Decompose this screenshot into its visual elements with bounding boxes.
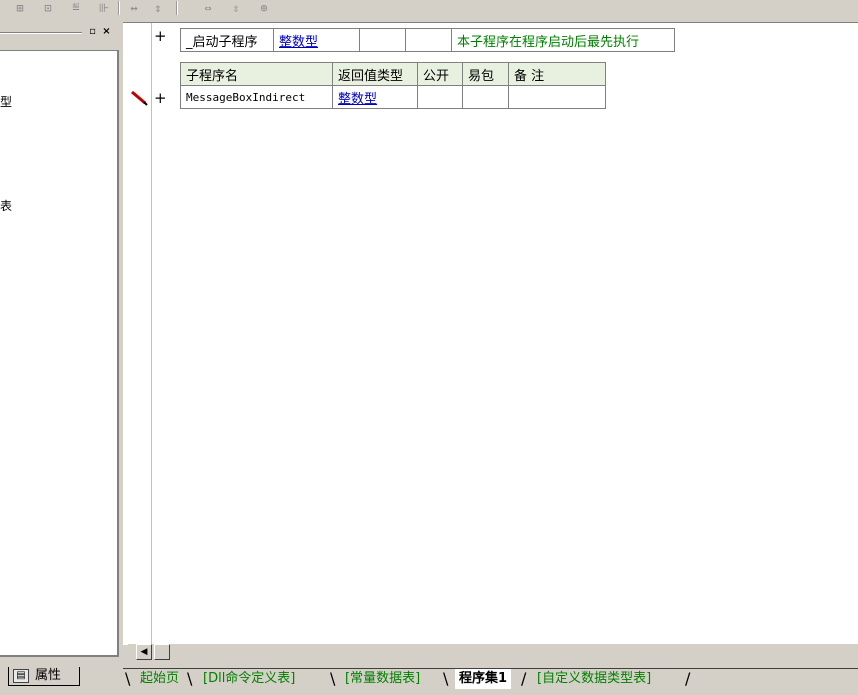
easy-cell[interactable]: [462, 85, 509, 109]
header-public: 公开: [417, 62, 463, 86]
tab-separator: \: [330, 669, 336, 688]
split-icon[interactable]: ⊪: [96, 1, 112, 15]
table-header-row: 子程序名 返回值类型 公开 易包 备 注: [180, 62, 606, 86]
editor-gutter: [123, 23, 152, 645]
expand-icon[interactable]: +: [154, 27, 167, 45]
properties-icon: ▤: [13, 669, 29, 683]
toolbar-separator: [118, 1, 120, 15]
pencil-icon: [131, 90, 148, 106]
tab-dll-commands[interactable]: [Dll命令定义表]: [199, 669, 299, 689]
return-type-cell[interactable]: 整数型: [273, 28, 360, 52]
startup-sub-table: _启动子程序 整数型 本子程序在程序启动后最先执行: [180, 28, 675, 52]
sub-name-cell[interactable]: _启动子程序: [180, 28, 274, 52]
comment-cell[interactable]: 本子程序在程序启动后最先执行: [451, 28, 675, 52]
public-cell[interactable]: [417, 85, 463, 109]
restore-icon[interactable]: ▫: [87, 26, 98, 37]
format-toolbar: ⊞ ⊡ ≝ ⊪ ↔ ⇕ ⇔ ⇳ ⊕: [0, 0, 858, 17]
properties-tab[interactable]: ▤ 属性: [8, 667, 80, 686]
merge-cells-icon[interactable]: ⊞: [12, 1, 28, 15]
header-comment: 备 注: [508, 62, 606, 86]
panel-title-bar: [0, 32, 82, 34]
tab-constants[interactable]: [常量数据表]: [341, 669, 424, 689]
tab-start-page[interactable]: 起始页: [136, 669, 183, 689]
horizontal-scrollbar[interactable]: ◀: [128, 644, 858, 662]
scroll-thumb[interactable]: [154, 644, 170, 660]
center-icon[interactable]: ⊡: [40, 1, 56, 15]
project-tree[interactable]: 型 表: [0, 50, 119, 657]
header-return-type: 返回值类型: [332, 62, 418, 86]
height-icon[interactable]: ⇕: [150, 1, 166, 15]
tab-separator: \: [187, 669, 193, 688]
comment-cell[interactable]: [508, 85, 606, 109]
hspan-icon[interactable]: ⇔: [200, 1, 216, 15]
tab-custom-types[interactable]: [自定义数据类型表]: [533, 669, 655, 689]
document-tabbar: \ 起始页 \ [Dll命令定义表] \ [常量数据表] \ 程序集1 / [自…: [123, 664, 858, 695]
tab-program-set-1[interactable]: 程序集1: [455, 669, 512, 689]
width-icon[interactable]: ↔: [126, 1, 142, 15]
vspan-icon[interactable]: ⇳: [228, 1, 244, 15]
sub-name-cell[interactable]: MessageBoxIndirect: [180, 85, 333, 109]
tree-item[interactable]: 型: [0, 93, 12, 110]
sub-program-table: 子程序名 返回值类型 公开 易包 备 注 MessageBoxIndirect …: [180, 62, 606, 109]
public-cell[interactable]: [359, 28, 406, 52]
return-type-cell[interactable]: 整数型: [332, 85, 418, 109]
code-editor[interactable]: + _启动子程序 整数型 本子程序在程序启动后最先执行 子程序名 返回值类型 公…: [123, 22, 858, 645]
header-easy: 易包: [462, 62, 509, 86]
tab-separator: /: [521, 669, 527, 688]
close-icon[interactable]: ×: [101, 26, 112, 37]
expand-icon[interactable]: +: [154, 89, 167, 107]
toolbar-separator: [176, 1, 178, 15]
header-sub-name: 子程序名: [180, 62, 333, 86]
scroll-left-icon[interactable]: ◀: [136, 644, 152, 660]
easy-cell[interactable]: [405, 28, 452, 52]
align-icon[interactable]: ≝: [68, 1, 84, 15]
properties-tab-label: 属性: [35, 668, 62, 683]
tab-separator: /: [685, 669, 691, 688]
tab-separator: \: [125, 669, 131, 688]
table-row[interactable]: _启动子程序 整数型 本子程序在程序启动后最先执行: [180, 28, 675, 52]
tree-item[interactable]: 表: [0, 197, 12, 214]
table-row[interactable]: MessageBoxIndirect 整数型: [180, 85, 606, 109]
tab-separator: \: [443, 669, 449, 688]
left-dock-panel: ▫ × 型 表: [0, 22, 122, 667]
fit-icon[interactable]: ⊕: [256, 1, 272, 15]
